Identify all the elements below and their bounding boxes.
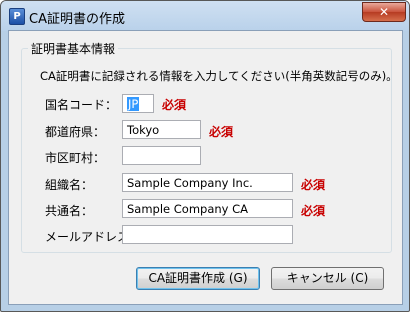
country-code-input[interactable]: JP — [122, 94, 154, 113]
create-ca-certificate-button[interactable]: CA証明書作成 (G) — [136, 267, 260, 290]
common-name-input[interactable]: Sample Company CA — [122, 199, 293, 218]
cancel-button[interactable]: キャンセル (C) — [271, 267, 384, 290]
city-label: 市区町村： — [45, 151, 106, 165]
close-button[interactable]: ✕ — [362, 2, 406, 22]
organization-label: 組織名： — [45, 178, 94, 192]
country-required-badge: 必須 — [162, 98, 187, 112]
common-name-required-badge: 必須 — [301, 204, 326, 218]
city-input[interactable] — [122, 146, 201, 165]
window-title: CA証明書の作成 — [29, 12, 125, 27]
email-input[interactable] — [122, 225, 293, 244]
country-label: 国名コード： — [45, 98, 118, 112]
country-code-value: JP — [127, 97, 140, 111]
title-bar[interactable]: P CA証明書の作成 ✕ — [1, 1, 409, 31]
group-title: 証明書基本情報 — [28, 40, 119, 57]
app-icon: P — [9, 8, 25, 25]
state-input[interactable]: Tokyo — [122, 120, 201, 139]
dialog-body: 証明書基本情報 CA証明書に記録される情報を入力してください(半角英数記号のみ)… — [8, 30, 403, 305]
common-name-label: 共通名： — [45, 204, 94, 218]
organization-required-badge: 必須 — [301, 178, 326, 192]
state-required-badge: 必須 — [209, 125, 234, 139]
group-description: CA証明書に記録される情報を入力してください(半角英数記号のみ)。 — [40, 69, 398, 83]
dialog-window: P CA証明書の作成 ✕ 証明書基本情報 CA証明書に記録される情報を入力してく… — [0, 0, 410, 312]
organization-input[interactable]: Sample Company Inc. — [122, 173, 293, 192]
state-label: 都道府県： — [45, 125, 106, 139]
